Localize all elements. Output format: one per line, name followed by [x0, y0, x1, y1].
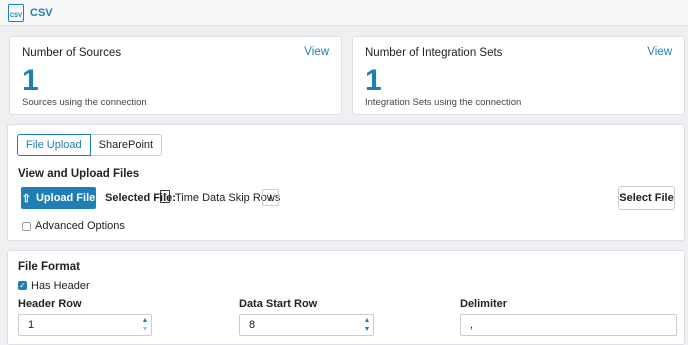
csv-icon-text: CSV [9, 12, 23, 19]
view-upload-title: View and Upload Files [18, 168, 140, 180]
header-row-label: Header Row [18, 298, 82, 310]
sources-label: Number of Sources [22, 47, 122, 59]
sources-view-link[interactable]: View [304, 46, 329, 58]
app-title: CSV [30, 6, 53, 19]
sources-subtitle: Sources using the connection [22, 97, 147, 108]
integration-sets-subtitle: Integration Sets using the connection [365, 97, 522, 108]
integration-sets-view-link[interactable]: View [647, 46, 672, 58]
stepper-up-icon[interactable]: ▲ [364, 316, 371, 325]
upload-file-label: Upload File [35, 192, 96, 204]
delimiter-input[interactable]: , [460, 314, 677, 336]
sources-card: Number of Sources View 1 Sources using t… [9, 36, 342, 115]
integration-sets-card: Number of Integration Sets View 1 Integr… [352, 36, 685, 115]
stepper-up-icon[interactable]: ▲ [142, 316, 149, 325]
top-bar: CSV CSV [0, 0, 688, 26]
upload-tabs: File Upload SharePoint [17, 134, 163, 156]
upload-file-button[interactable]: ⇧ Upload File [21, 187, 96, 209]
header-row-stepper[interactable]: ▲ ▼ [138, 314, 152, 336]
select-file-button[interactable]: Select File [618, 186, 675, 210]
upload-card: File Upload SharePoint View and Upload F… [7, 124, 685, 241]
integration-sets-label: Number of Integration Sets [365, 47, 503, 59]
tab-sharepoint[interactable]: SharePoint [90, 134, 163, 156]
header-row-input[interactable]: 1 [18, 314, 152, 336]
has-header-label: Has Header [31, 280, 90, 292]
data-start-row-stepper[interactable]: ▲ ▼ [360, 314, 374, 336]
advanced-options-checkbox[interactable] [22, 222, 31, 231]
file-icon: + [160, 190, 170, 203]
data-start-row-label: Data Start Row [239, 298, 318, 310]
data-start-row-input[interactable]: 8 [239, 314, 374, 336]
tab-file-upload[interactable]: File Upload [17, 134, 91, 156]
stepper-down-icon[interactable]: ▼ [364, 325, 371, 334]
sources-count: 1 [22, 64, 39, 97]
integration-sets-count: 1 [365, 64, 382, 97]
file-format-card: File Format ✓ Has Header Header Row 1 ▲ … [7, 250, 685, 345]
advanced-options-label: Advanced Options [35, 220, 125, 232]
download-icon[interactable]: ⤓ [262, 189, 279, 206]
has-header-checkbox[interactable]: ✓ [18, 281, 27, 290]
stepper-down-icon[interactable]: ▼ [142, 325, 149, 334]
file-format-title: File Format [18, 261, 80, 273]
upload-icon: ⇧ [21, 192, 31, 205]
delimiter-label: Delimiter [460, 298, 508, 310]
csv-file-icon: CSV [8, 3, 24, 22]
